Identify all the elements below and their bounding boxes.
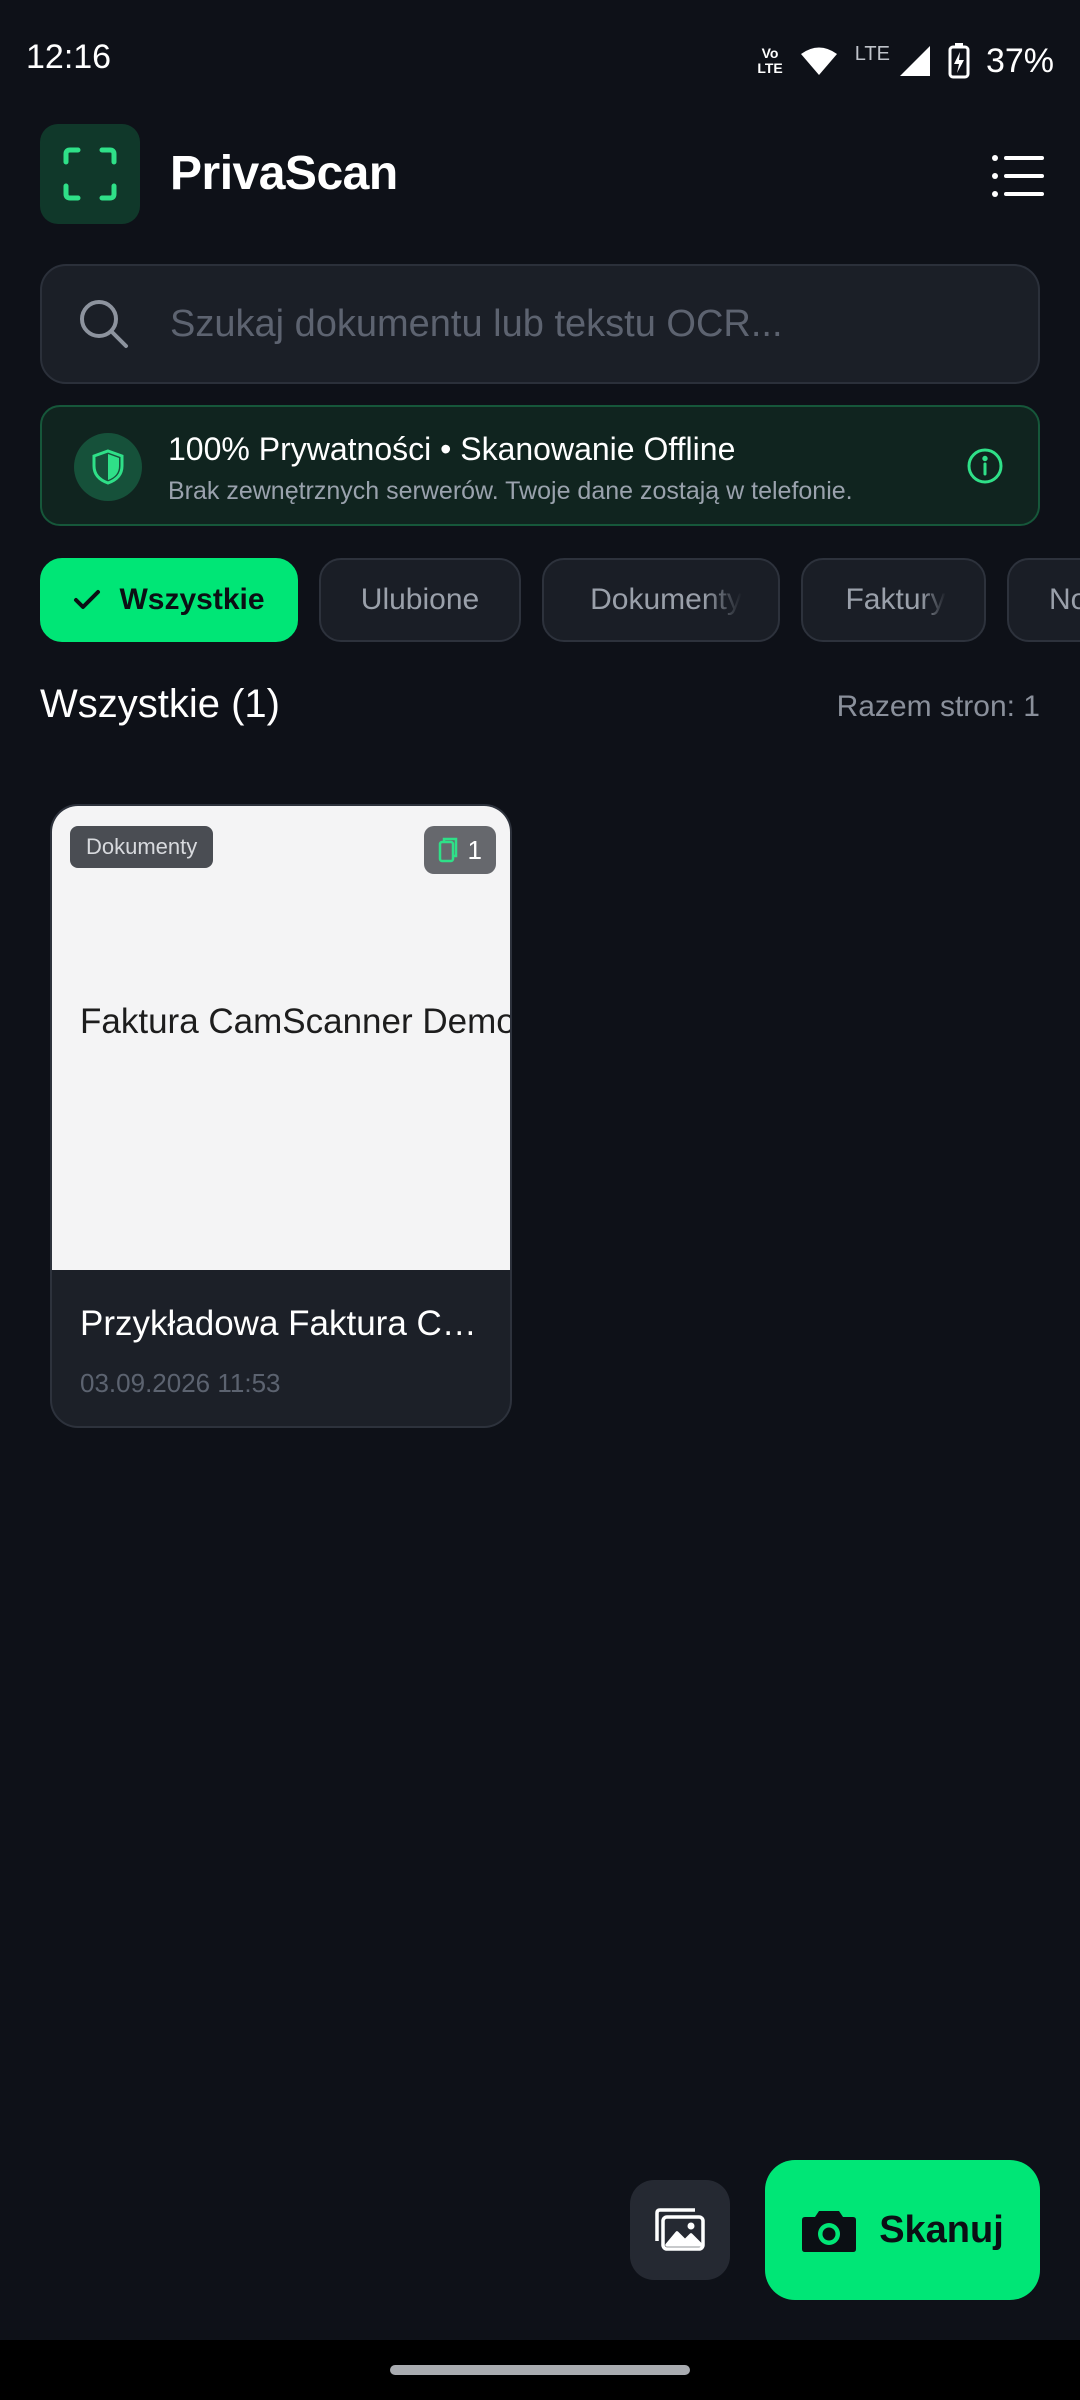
privacy-banner: 100% Prywatności • Skanowanie Offline Br… <box>40 405 1040 526</box>
gallery-import-button[interactable] <box>630 2180 730 2280</box>
section-title: Wszystkie (1) <box>40 682 280 726</box>
privacy-subtitle: Brak zewnętrznych serwerów. Twoje dane z… <box>168 477 853 505</box>
search-input[interactable] <box>170 294 1000 354</box>
chip-more[interactable]: No <box>1007 558 1080 642</box>
signal-icon <box>899 46 930 76</box>
chip-favorites[interactable]: Ulubione <box>319 558 521 642</box>
chip-invoices[interactable]: Faktury <box>801 558 986 642</box>
chip-label: Dokumenty <box>590 583 742 616</box>
app-title: PrivaScan <box>170 147 398 200</box>
page-count: 1 <box>467 834 482 865</box>
scan-frame-icon <box>63 147 117 201</box>
search-icon <box>80 300 128 348</box>
check-icon <box>74 590 101 609</box>
chip-label: No <box>1049 583 1080 616</box>
status-icons: Vo LTE LTE 37% <box>757 38 1054 84</box>
chip-label: Faktury <box>845 583 946 616</box>
chip-label: Ulubione <box>360 583 480 616</box>
filter-chips: Wszystkie Ulubione Dokumenty Faktury No <box>40 558 1080 642</box>
chip-documents[interactable]: Dokumenty <box>542 558 780 642</box>
chip-label: Wszystkie <box>119 583 265 616</box>
category-badge: Dokumenty <box>70 826 214 868</box>
pages-icon <box>438 837 457 863</box>
page-total: Razem stron: 1 <box>836 690 1040 723</box>
document-date: 03.09.2026 11:53 <box>80 1368 281 1398</box>
system-nav-bar <box>0 2340 1080 2400</box>
chip-all[interactable]: Wszystkie <box>40 558 298 642</box>
scan-button[interactable]: Skanuj <box>765 2160 1040 2300</box>
status-time: 12:16 <box>26 38 112 76</box>
volte-icon: Vo LTE <box>757 45 783 76</box>
wifi-icon <box>800 47 837 75</box>
shield-icon <box>92 449 124 485</box>
thumbnail-text: Faktura CamScanner Demo <box>80 1002 512 1041</box>
menu-list-icon <box>992 155 1044 197</box>
camera-icon <box>802 2211 857 2252</box>
battery-charging-icon <box>948 43 970 79</box>
status-bar: 12:16 Vo LTE LTE 37% <box>0 0 1080 120</box>
gallery-icon <box>655 2208 705 2251</box>
lte-label: LTE <box>854 42 890 65</box>
app-logo <box>40 124 140 224</box>
scan-label: Skanuj <box>879 2208 1004 2251</box>
info-icon[interactable] <box>966 447 1004 485</box>
battery-percent: 37% <box>985 41 1054 80</box>
menu-button[interactable] <box>990 148 1046 204</box>
document-thumbnail: Faktura CamScanner Demo Dokumenty 1 <box>52 806 512 1270</box>
home-indicator[interactable] <box>390 2365 690 2375</box>
shield-badge <box>74 433 142 501</box>
search-bar[interactable] <box>40 264 1040 384</box>
privacy-title: 100% Prywatności • Skanowanie Offline <box>168 431 736 467</box>
screen: 12:16 Vo LTE LTE 37% PrivaScan Szukaj do… <box>0 0 1080 2400</box>
document-title: Przykładowa Faktura CamScanner Demo <box>80 1304 490 1343</box>
page-count-badge: 1 <box>423 826 496 874</box>
document-card[interactable]: Faktura CamScanner Demo Dokumenty 1 Przy… <box>50 804 512 1428</box>
